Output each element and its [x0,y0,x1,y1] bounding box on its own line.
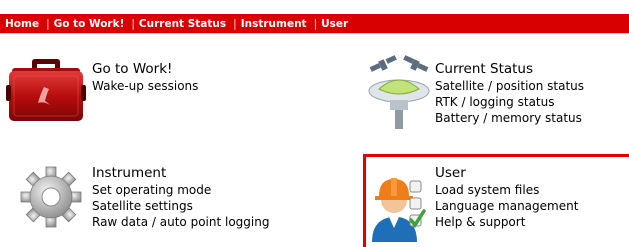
go-to-work-tile[interactable]: Go to Work! Wake-up sessions [0,55,300,145]
current-status-tile[interactable]: Current Status Satellite / position stat… [318,55,629,145]
user-line[interactable]: Load system files [435,182,578,198]
gnss-antenna-satellites-icon[interactable] [366,55,432,133]
instrument-line[interactable]: Satellite settings [92,198,269,214]
nav-separator: | [233,17,237,30]
nav-instrument[interactable]: Instrument [241,18,307,30]
current-status-line[interactable]: Battery / memory status [435,110,584,126]
user-line[interactable]: Language management [435,198,578,214]
go-to-work-line[interactable]: Wake-up sessions [92,78,198,94]
nav-home[interactable]: Home [0,18,39,30]
go-to-work-title[interactable]: Go to Work! [92,61,198,78]
user-text: User Load system files Language manageme… [435,165,578,230]
user-title[interactable]: User [435,165,578,182]
nav-current-status[interactable]: Current Status [139,18,226,30]
current-status-line[interactable]: RTK / logging status [435,94,584,110]
current-status-text: Current Status Satellite / position stat… [435,61,584,126]
top-navigation: Home | Go to Work! | Current Status | In… [0,0,629,34]
top-strip [0,0,629,14]
instrument-title[interactable]: Instrument [92,165,269,182]
nav-bar: Home | Go to Work! | Current Status | In… [0,14,629,33]
instrument-tile[interactable]: Instrument Set operating mode Satellite … [0,162,300,247]
user-tile[interactable]: User Load system files Language manageme… [363,154,629,247]
user-line[interactable]: Help & support [435,214,578,230]
user-hardhat-checklist-icon[interactable] [369,166,431,246]
instrument-line[interactable]: Raw data / auto point logging [92,214,269,230]
nav-go-to-work[interactable]: Go to Work! [54,18,125,30]
instrument-case-icon[interactable] [6,59,86,129]
instrument-text: Instrument Set operating mode Satellite … [92,165,269,230]
nav-user[interactable]: User [321,18,348,30]
current-status-title[interactable]: Current Status [435,61,584,78]
nav-separator: | [313,17,318,30]
go-to-work-text: Go to Work! Wake-up sessions [92,61,198,94]
nav-separator: | [46,17,50,30]
nav-separator: | [131,17,135,30]
gear-icon[interactable] [20,166,82,232]
current-status-line[interactable]: Satellite / position status [435,78,584,94]
instrument-line[interactable]: Set operating mode [92,182,269,198]
